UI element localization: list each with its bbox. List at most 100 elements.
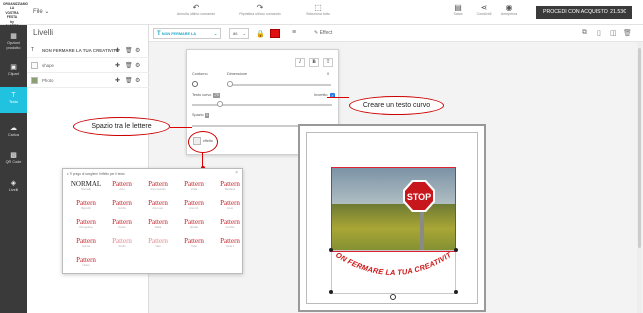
effect-tile-name: Pattern <box>112 180 132 188</box>
effect-tile[interactable]: Pattern Arco sup. <box>140 199 176 210</box>
scroll-thumb[interactable] <box>638 48 641 248</box>
close-icon[interactable]: × <box>235 170 238 176</box>
gear-icon[interactable]: ⚙ <box>135 74 140 88</box>
font-select[interactable]: T NON FERMARE LA ⌄ <box>153 28 221 39</box>
effect-tile[interactable]: Pattern Arco inf. <box>176 199 212 210</box>
popup-title-text: Ti prego di scegliere l'effetto per il t… <box>69 172 125 176</box>
effect-tile[interactable]: NORMAL Normale <box>68 180 104 191</box>
bold-button[interactable]: B <box>309 58 319 67</box>
sidebar-item-qr-code[interactable]: ▩ QR Code <box>0 149 27 169</box>
effect-tile-name: Pattern <box>184 218 204 226</box>
effect-button[interactable]: ✎ Effect <box>314 30 332 36</box>
effect-tile-caption: Pesce <box>118 226 126 229</box>
chevron-down-icon: ⌄ <box>44 9 50 15</box>
effect-tile[interactable]: Pattern Pesce <box>104 218 140 229</box>
sidebar-item-product-options[interactable]: ▦ Opzioni prodotto <box>0 30 27 54</box>
effect-tile[interactable]: Pattern Cono <box>212 199 248 210</box>
effect-tile-caption: Salita <box>154 226 162 229</box>
effect-tile[interactable]: Pattern Perspettiva <box>68 218 104 229</box>
sidebar-item-clipart[interactable]: ▣ Clipart <box>0 61 27 81</box>
uppercase-button[interactable]: T <box>323 58 333 67</box>
paste-icon[interactable]: ▯ <box>597 29 601 37</box>
font-size-select[interactable]: 86 ⌄ <box>229 28 249 39</box>
trash-icon[interactable]: 🗑 <box>125 44 133 58</box>
rotate-handle[interactable] <box>390 294 396 300</box>
effect-tile[interactable]: Pattern Spirale <box>176 218 212 229</box>
gear-icon[interactable]: ⚙ <box>135 44 140 58</box>
bring-front-icon[interactable]: ◫ <box>610 29 617 37</box>
redo-button[interactable]: ↷ Ripristina ultimo comando <box>231 3 289 16</box>
resize-handle[interactable] <box>454 248 458 252</box>
effect-tile[interactable]: Pattern Arco invertito <box>140 180 176 191</box>
layer-name: shape <box>42 63 54 68</box>
file-menu[interactable]: File ⌄ <box>33 8 49 15</box>
design-photo[interactable]: STOP <box>331 167 456 252</box>
share-icon: ⋖ <box>480 3 488 12</box>
effect-tile[interactable]: Pattern Libero <box>68 256 104 267</box>
curved-text[interactable]: NON FERMARE LA TUA CREATIVITÀ <box>331 250 456 290</box>
preview-label: Anteprima <box>500 12 518 16</box>
select-all-button[interactable]: ⬚ Seleziona tutto <box>300 3 336 16</box>
add-icon[interactable]: ✚ <box>115 44 120 58</box>
sidebar-item-upload[interactable]: ☁ Carica <box>0 122 27 142</box>
effect-tile-caption: Spirale <box>189 226 199 229</box>
layer-row[interactable]: shape ✚ 🗑 ⚙ <box>27 59 149 73</box>
align-icon[interactable]: ≡ <box>292 29 296 36</box>
effect-tile[interactable]: Pattern Gonfio <box>104 199 140 210</box>
buy-button[interactable]: PROCEDI CON ACQUISTO 21.53€ <box>536 6 632 19</box>
add-icon[interactable]: ✚ <box>115 59 120 73</box>
effect-tile-name: Pattern <box>76 237 96 245</box>
add-icon[interactable]: ✚ <box>115 74 120 88</box>
lock-icon[interactable]: 🔒 <box>256 30 265 38</box>
share-button[interactable]: ⋖ Condividi <box>473 3 495 16</box>
qr-code-icon: ▩ <box>10 152 17 159</box>
trash-icon[interactable]: 🗑 <box>125 59 133 73</box>
effect-tile[interactable]: Pattern Cerchio <box>212 218 248 229</box>
effect-tile-name: Pattern <box>76 256 96 264</box>
effect-tile[interactable]: Pattern Goccia <box>68 237 104 248</box>
photo-thumbnail <box>31 77 38 84</box>
curved-text-slider-knob[interactable] <box>217 101 223 107</box>
effect-tile-name: Pattern <box>220 218 240 226</box>
effect-tile[interactable]: Pattern Tubo <box>176 237 212 248</box>
effect-tile[interactable]: Pattern Onda 2 <box>212 237 248 248</box>
resize-handle[interactable] <box>454 290 458 294</box>
effect-tile[interactable]: Pattern Scudo <box>104 237 140 248</box>
effect-tile-caption: Arco sup. <box>152 207 164 210</box>
save-icon: ▤ <box>454 3 462 12</box>
curved-text-slider-track[interactable] <box>192 104 332 106</box>
trash-icon[interactable]: 🗑 <box>125 74 133 88</box>
brand-logo[interactable]: ORGANIZZIAMO LA VOSTRA FESTA byALCERO <box>3 2 28 28</box>
size-slider-knob[interactable] <box>227 81 233 87</box>
effect-tile-caption: Rigonfio <box>81 207 91 210</box>
sidebar-item-layers[interactable]: ◈ Livelli <box>0 177 27 197</box>
effect-tile-caption: Onda 2 <box>225 245 235 248</box>
letter-spacing-callout: Spazio tra le lettere <box>73 117 170 136</box>
sidebar-item-label: Clipart <box>8 72 19 76</box>
effect-tile[interactable]: Pattern Arco <box>104 180 140 191</box>
text-color-swatch[interactable] <box>270 29 280 38</box>
sidebar-item-text[interactable]: T Testo <box>0 87 27 113</box>
resize-handle[interactable] <box>329 290 333 294</box>
undo-button[interactable]: ↶ Annulla ultimo comando <box>170 3 222 16</box>
layer-row[interactable]: Photo ✚ 🗑 ⚙ <box>27 74 149 88</box>
effect-tile[interactable]: Pattern Bandiera <box>212 180 248 191</box>
gear-icon[interactable]: ⚙ <box>135 59 140 73</box>
italic-button[interactable]: I <box>295 58 305 67</box>
effect-tile[interactable]: Pattern Onda <box>176 180 212 191</box>
effect-tile[interactable]: Pattern Salita <box>140 218 176 229</box>
effect-tile-name: Pattern <box>220 180 240 188</box>
layer-row[interactable]: T NON FERMARE LA TUA CREATIVITÀ ✚ 🗑 ⚙ <box>27 44 149 58</box>
effect-tile[interactable]: Pattern Vela <box>140 237 176 248</box>
effect-tile[interactable]: Pattern Rigonfio <box>68 199 104 210</box>
delete-icon[interactable]: 🗑 <box>623 29 632 37</box>
save-button[interactable]: ▤ Salva <box>450 3 466 16</box>
outline-color-picker[interactable] <box>192 81 198 87</box>
effects-popup: ▾ Ti prego di scegliere l'effetto per il… <box>62 168 243 274</box>
resize-handle[interactable] <box>329 248 333 252</box>
size-slider-track[interactable] <box>227 84 331 86</box>
pen-icon: ✎ <box>314 30 319 36</box>
preview-button[interactable]: ◉ Anteprima <box>496 3 522 16</box>
effect-tile-name: Pattern <box>148 199 168 207</box>
copy-icon[interactable]: ⧉ <box>582 29 587 37</box>
